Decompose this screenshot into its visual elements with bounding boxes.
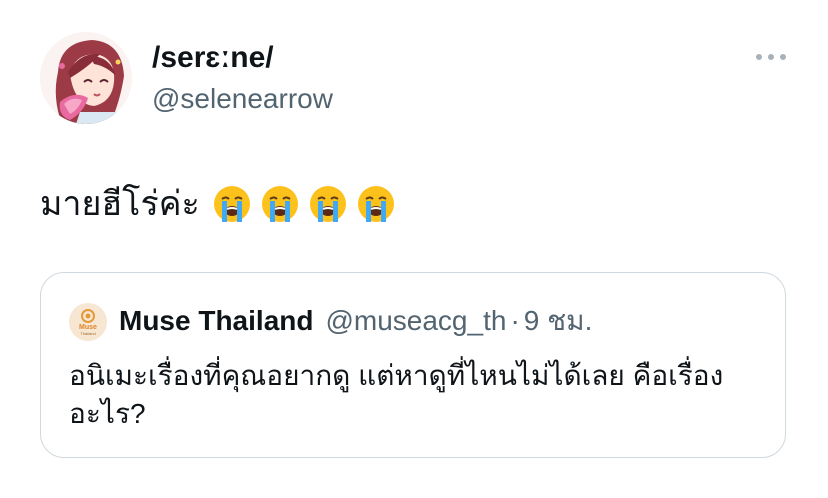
more-horizontal-icon[interactable]: [756, 50, 786, 64]
emoji-group: [212, 184, 396, 224]
quoted-author-handle[interactable]: @museacg_th: [325, 305, 506, 337]
author-avatar[interactable]: [40, 32, 132, 124]
more-dot: [756, 54, 762, 60]
more-dot: [768, 54, 774, 60]
loudly-crying-face-icon: [261, 186, 298, 222]
quoted-tweet-time[interactable]: 9 ชม.: [524, 299, 593, 343]
loudly-crying-face-icon: [213, 186, 250, 222]
loudly-crying-face-icon: [309, 186, 346, 222]
loudly-crying-face-icon: [357, 186, 394, 222]
muse-logo-text: Muse: [79, 324, 97, 331]
tweet-text: มายฮีโร่ค่ะ: [40, 185, 200, 223]
quoted-author-display-name[interactable]: Muse Thailand: [119, 305, 313, 337]
quoted-tweet-card[interactable]: Muse Thailand Muse Thailand @museacg_th …: [40, 272, 786, 458]
muse-logo-icon: Muse Thailand: [69, 303, 107, 341]
author-handle[interactable]: @selenearrow: [152, 82, 333, 116]
separator-dot: ·: [510, 305, 520, 336]
quoted-author-avatar[interactable]: Muse Thailand: [69, 303, 107, 341]
quoted-tweet-header: Muse Thailand @museacg_th · 9 ชม.: [119, 301, 592, 341]
more-dot: [780, 54, 786, 60]
muse-logo-subtext: Thailand: [80, 331, 95, 336]
avatar-illustration: [40, 32, 132, 124]
tweet-body: มายฮีโร่ค่ะ: [40, 176, 396, 232]
author-display-name[interactable]: /serɛːne/: [152, 40, 274, 76]
quoted-tweet-text: อนิเมะเรื่องที่คุณอยากดู แต่หาดูที่ไหนไม…: [69, 360, 724, 429]
